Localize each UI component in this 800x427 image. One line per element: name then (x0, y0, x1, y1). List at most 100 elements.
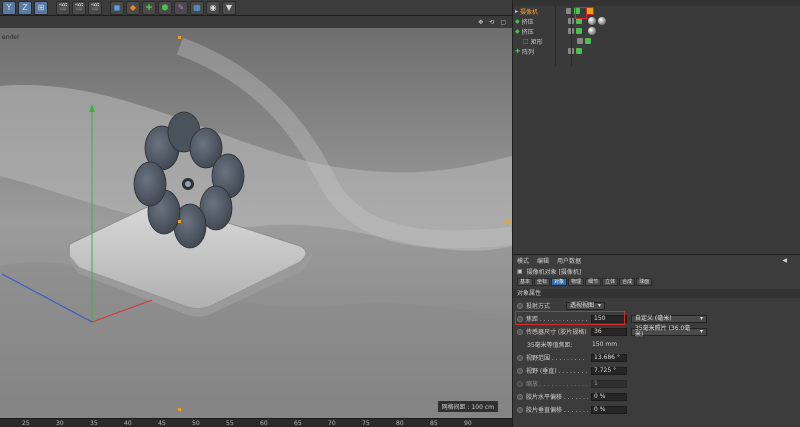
attribute-tabs: 基本 坐标 对象 物理 细节 立体 合成 球面 (513, 277, 800, 287)
object-row-array[interactable]: ✚ 阵列 (513, 46, 800, 56)
equiv-focal-value: 150 mm (592, 341, 618, 348)
equiv-focal-label: 35毫米等值焦距: (527, 342, 573, 349)
ruler-tick: 25 (22, 420, 30, 427)
column-divider (555, 6, 556, 66)
film-shift-h-label: 胶片水平偏移 . . . . . . . (526, 394, 589, 401)
grid-spacing-badge: 网格间距 : 100 cm (437, 401, 498, 412)
highlight-box (515, 311, 625, 325)
deformer-icon[interactable]: ✎ (174, 0, 188, 15)
material-tag-icon[interactable] (597, 17, 606, 25)
tab-physical[interactable]: 物理 (568, 278, 585, 286)
array-icon[interactable]: ⬢ (158, 0, 172, 15)
zoom-input[interactable]: 1 (591, 379, 627, 388)
tab-stereo[interactable]: 立体 (602, 278, 619, 286)
camera-icon: ▣ (517, 267, 523, 275)
ruler-tick: 90 (464, 420, 472, 427)
axis-y-button[interactable]: Y (2, 0, 16, 15)
cube-icon[interactable]: ◼ (110, 0, 124, 15)
sensor-preset-dropdown[interactable]: 35毫米照片 (36.0毫米) ▾ (631, 325, 707, 337)
film-shift-v-input[interactable]: 0 % (591, 405, 627, 414)
object-name: 矩形 (530, 38, 543, 46)
fov-vertical-input[interactable]: 7.725 ° (591, 366, 627, 375)
film-shift-v-label: 胶片垂直偏移 . . . . . . . (526, 407, 589, 414)
animate-radio[interactable] (517, 380, 523, 387)
sensor-size-label: 传感器尺寸 (胶片规格) (526, 329, 587, 336)
fov-input[interactable]: 13.686 ° (591, 353, 627, 362)
focal-length-row: 焦距 . . . . . . . . . . . . . 150 自定义 (毫米… (513, 311, 800, 325)
film-shift-h-row: 胶片水平偏移 . . . . . . . 0 % (513, 391, 800, 402)
projection-dropdown[interactable]: 透视视图 ▾ (566, 301, 606, 310)
ruler-tick: 45 (158, 420, 166, 427)
object-row-camera[interactable]: ▸ 摄像机 (513, 6, 800, 16)
object-row-extrude-1[interactable]: ◆ 挤压 (513, 16, 800, 26)
extrude-icon: ◆ (515, 27, 520, 35)
extrude-icon: ◆ (515, 17, 520, 25)
film-shift-v-row: 胶片垂直偏移 . . . . . . . 0 % (513, 404, 800, 415)
light-icon[interactable]: ▼ (222, 0, 236, 15)
ruler-tick: 55 (226, 420, 234, 427)
material-tag-icon[interactable] (587, 17, 596, 25)
menu-user-data[interactable]: 用户数据 (557, 256, 581, 265)
render-settings-button[interactable]: 🎬 (88, 0, 102, 15)
3d-viewport[interactable]: ✥ ⟲ ▢ ender 网格间距: 100 cm (0, 16, 512, 418)
camera-icon[interactable]: ◉ (206, 0, 220, 15)
object-manager-list: ▸ 摄像机 ◆ 挤压 ◆ 挤压 □ 矩形 ✚ 阵列 (513, 6, 800, 66)
timeline-ruler[interactable]: 25 30 35 40 45 50 55 60 65 70 75 80 85 9… (0, 418, 512, 427)
app-window: Y Z ⊞ 🎬 🎬 🎬 ◼ ◆ ✚ ⬢ ✎ ▦ ◉ ▼ ✥ ⟲ ▢ ender … (0, 0, 800, 427)
zoom-row: 缩放 . . . . . . . . . . . . . 1 (513, 378, 800, 389)
ruler-tick: 35 (90, 420, 98, 427)
axis-z-button[interactable]: Z (18, 0, 32, 15)
section-header: 对象属性 (513, 289, 800, 298)
pen-spline-icon[interactable]: ◆ (126, 0, 140, 15)
object-manager-empty-area[interactable] (513, 66, 800, 254)
menu-edit[interactable]: 编辑 (537, 256, 549, 265)
spline-icon: □ (523, 37, 529, 45)
ruler-tick: 50 (192, 420, 200, 427)
animate-radio[interactable] (517, 354, 523, 361)
animate-radio[interactable] (517, 393, 523, 400)
attribute-manager: 模式 编辑 用户数据 ◀ ▣ 摄像机对象 [摄像机] 基本 坐标 对象 物理 细… (513, 254, 800, 427)
menu-mode[interactable]: 模式 (517, 256, 529, 265)
floor-icon[interactable]: ▦ (190, 0, 204, 15)
main-toolbar: Y Z ⊞ 🎬 🎬 🎬 ◼ ◆ ✚ ⬢ ✎ ▦ ◉ ▼ (0, 0, 512, 16)
animate-radio[interactable] (517, 367, 523, 374)
tab-object[interactable]: 对象 (551, 278, 568, 286)
render-picture-viewer-button[interactable]: 🎬 (72, 0, 86, 15)
ruler-tick: 30 (56, 420, 64, 427)
attribute-menu: 模式 编辑 用户数据 ◀ (513, 255, 800, 265)
animate-radio[interactable] (517, 302, 523, 309)
ruler-tick: 60 (260, 420, 268, 427)
object-name: 阵列 (522, 48, 535, 56)
film-shift-h-input[interactable]: 0 % (591, 392, 627, 401)
zoom-label: 缩放 . . . . . . . . . . . . . (526, 381, 588, 388)
tab-basic[interactable]: 基本 (517, 278, 534, 286)
subdivision-icon[interactable]: ✚ (142, 0, 156, 15)
tab-details[interactable]: 细节 (585, 278, 602, 286)
object-flags[interactable] (567, 28, 582, 34)
camera-icon: ▸ (515, 7, 519, 15)
animate-radio[interactable] (517, 406, 523, 413)
target-tag-icon[interactable] (586, 7, 595, 15)
column-divider (571, 6, 572, 66)
animate-radio[interactable] (517, 328, 523, 335)
object-row-rectangle[interactable]: □ 矩形 (513, 36, 800, 46)
object-flags[interactable] (576, 38, 591, 44)
fov-row: 视野范围 . . . . . . . . . 13.686 ° (513, 352, 800, 363)
ruler-tick: 80 (396, 420, 404, 427)
arrow-left-icon[interactable]: ◀ (782, 257, 787, 264)
material-tag-icon[interactable] (587, 27, 596, 35)
render-view-button[interactable]: 🎬 (56, 0, 70, 15)
object-row-extrude-2[interactable]: ◆ 挤压 (513, 26, 800, 36)
ruler-tick: 40 (124, 420, 132, 427)
ruler-tick: 70 (328, 420, 336, 427)
viewport-scene (0, 28, 512, 418)
projection-row: 投射方式 透视视图 ▾ (513, 300, 800, 311)
coordinate-system-button[interactable]: ⊞ (34, 0, 48, 15)
viewport-label: ender (2, 34, 20, 41)
sensor-size-input[interactable]: 36 (591, 327, 627, 336)
chevron-down-icon: ▾ (699, 314, 703, 322)
tab-spherical[interactable]: 球面 (636, 278, 653, 286)
tab-composition[interactable]: 合成 (619, 278, 636, 286)
tab-coord[interactable]: 坐标 (534, 278, 551, 286)
focal-preset-dropdown[interactable]: 自定义 (毫米) ▾ (631, 314, 707, 323)
